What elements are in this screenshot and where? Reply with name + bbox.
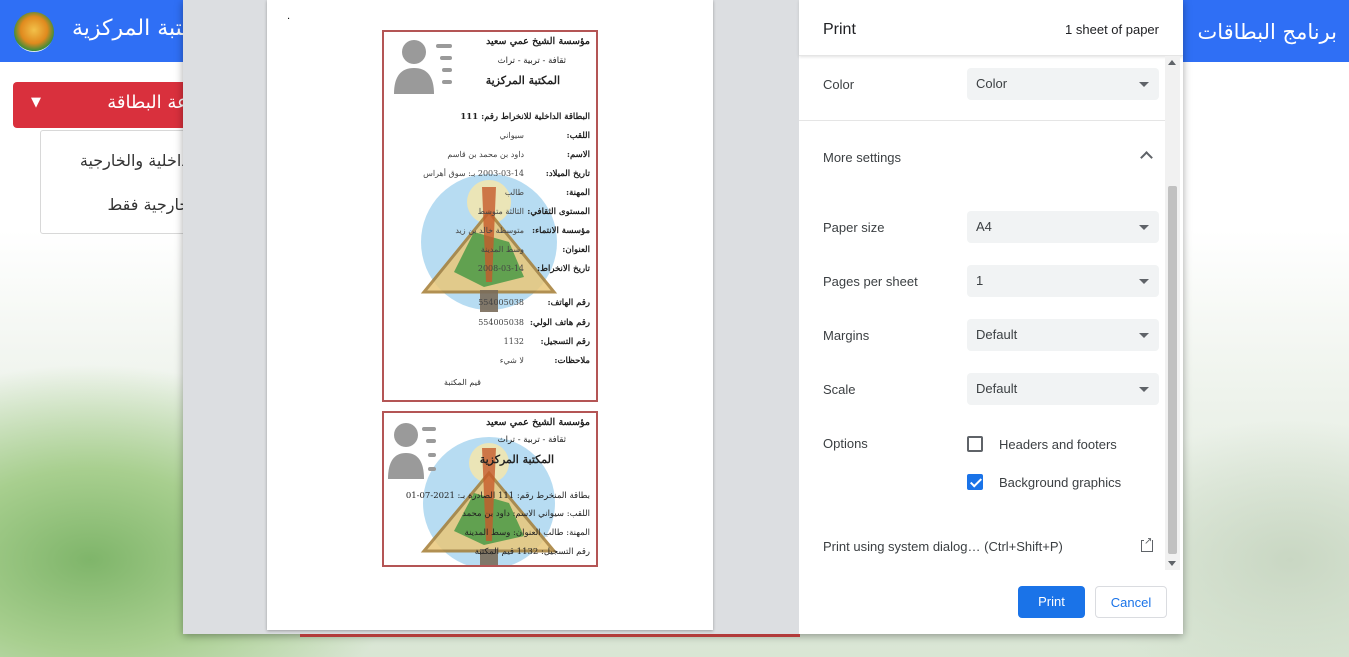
print-title: Print xyxy=(823,21,856,38)
color-label: Color xyxy=(823,77,855,92)
field-value: طالب xyxy=(504,188,524,197)
field-value: سيواني xyxy=(499,131,524,140)
sheet-count: 1 sheet of paper xyxy=(1065,22,1159,37)
field-label: الاسم: xyxy=(566,150,590,160)
headers-footers-label[interactable]: Headers and footers xyxy=(999,437,1117,452)
margins-label: Margins xyxy=(823,328,870,343)
background-graphics-label[interactable]: Background graphics xyxy=(999,475,1121,490)
card-library-name: المكتبة المركزية xyxy=(479,453,554,466)
card-org-name: مؤسسة الشيخ عمي سعيد xyxy=(486,417,590,428)
card-tagline: ثقافة - تربية - تراث xyxy=(497,435,566,445)
background-graphics-checkbox[interactable] xyxy=(967,474,983,490)
field-value: 554005038 xyxy=(478,298,524,307)
dropdown-arrow-icon xyxy=(1139,333,1149,338)
preview-page: · مؤسسة الشيخ عمي سعيد ثقافة - تربية - ت… xyxy=(267,0,713,630)
scroll-down-arrow-icon[interactable] xyxy=(1168,561,1176,566)
field-value: 554005038 xyxy=(478,318,524,327)
more-settings-toggle[interactable]: More settings xyxy=(823,150,901,165)
scroll-up-arrow-icon[interactable] xyxy=(1168,60,1176,65)
field-value: لا شيء xyxy=(499,356,524,365)
paper-size-value: A4 xyxy=(976,219,992,234)
field-label: المستوى الثقافي: xyxy=(527,207,590,217)
internal-card: مؤسسة الشيخ عمي سعيد ثقافة - تربية - ترا… xyxy=(382,30,598,402)
color-select-value: Color xyxy=(976,76,1008,91)
field-value: وسط المدينة xyxy=(480,245,524,254)
person-icon xyxy=(394,40,452,94)
card-tagline: ثقافة - تربية - تراث xyxy=(497,56,566,66)
person-icon xyxy=(388,423,436,479)
field-value: 2008-03-14 xyxy=(477,264,524,273)
card-library-name: المكتبة المركزية xyxy=(485,74,560,87)
scale-select[interactable]: Default xyxy=(967,373,1159,405)
field-value: الثالثة متوسط xyxy=(477,207,524,216)
field-label: تاريخ الانخراط: xyxy=(537,264,590,274)
field-value: متوسطة خالد بن زيد xyxy=(455,226,524,235)
options-label: Options xyxy=(823,436,868,451)
field-label: اللقب: xyxy=(566,131,590,141)
chevron-up-icon[interactable] xyxy=(1140,151,1153,164)
margins-select[interactable]: Default xyxy=(967,319,1159,351)
field-value: 2003-03-14 بـ: سوق أهراس xyxy=(423,169,524,178)
card-org-name: مؤسسة الشيخ عمي سعيد xyxy=(486,36,590,47)
print-preview-area: · مؤسسة الشيخ عمي سعيد ثقافة - تربية - ت… xyxy=(183,0,799,634)
print-button[interactable]: Print xyxy=(1018,586,1085,618)
card-line: المهنة: طالب العنوان: وسط المدينة xyxy=(464,528,590,538)
page-mark: · xyxy=(287,14,291,25)
divider xyxy=(799,120,1167,121)
card-heading: البطاقة الداخلية للانخراط رقم: 111 xyxy=(460,112,590,122)
scroll-thumb[interactable] xyxy=(1168,186,1177,554)
dropdown-arrow-icon xyxy=(1139,82,1149,87)
external-card: مؤسسة الشيخ عمي سعيد ثقافة - تربية - ترا… xyxy=(382,411,598,567)
field-label: العنوان: xyxy=(562,245,590,255)
card-line: بطاقة المنخرط رقم: 111 الصادرة بـ: 2021-… xyxy=(405,491,590,501)
print-dialog: · مؤسسة الشيخ عمي سعيد ثقافة - تربية - ت… xyxy=(183,0,1183,634)
field-value: 1132 xyxy=(503,337,524,346)
paper-size-label: Paper size xyxy=(823,220,885,235)
settings-scrollbar[interactable] xyxy=(1165,56,1180,570)
print-settings-header: Print 1 sheet of paper xyxy=(799,0,1183,56)
field-label: مؤسسة الانتماء: xyxy=(532,226,590,236)
color-select[interactable]: Color xyxy=(967,68,1159,100)
system-dialog-link[interactable]: Print using system dialog… (Ctrl+Shift+P… xyxy=(823,539,1063,554)
card-line: رقم التسجيل: 1132 قيم المكتبة xyxy=(474,547,590,557)
field-label: رقم الهاتف: xyxy=(547,298,590,308)
headers-footers-checkbox[interactable] xyxy=(967,436,983,452)
scale-value: Default xyxy=(976,381,1018,396)
dropdown-arrow-icon xyxy=(1139,387,1149,392)
card-line: اللقب: سيواني الاسم: داود بن محمد xyxy=(462,509,590,519)
paper-size-select[interactable]: A4 xyxy=(967,211,1159,243)
scale-label: Scale xyxy=(823,382,856,397)
card-signature: قيم المكتبة xyxy=(444,378,481,387)
margins-value: Default xyxy=(976,327,1018,342)
field-label: المهنة: xyxy=(565,188,590,198)
print-settings-panel: Print 1 sheet of paper Color Color More … xyxy=(799,0,1183,634)
pages-per-sheet-value: 1 xyxy=(976,273,984,288)
field-label: تاريخ الميلاد: xyxy=(545,169,590,179)
field-label: ملاحظات: xyxy=(554,356,590,366)
dropdown-arrow-icon xyxy=(1139,225,1149,230)
field-label: رقم هاتف الولي: xyxy=(529,318,590,328)
dropdown-arrow-icon xyxy=(1139,279,1149,284)
pages-per-sheet-select[interactable]: 1 xyxy=(967,265,1159,297)
background-strip xyxy=(300,634,800,637)
field-value: داود بن محمد بن قاسم xyxy=(447,150,524,159)
field-label: رقم التسجيل: xyxy=(540,337,590,347)
pages-per-sheet-label: Pages per sheet xyxy=(823,274,918,289)
open-external-icon[interactable] xyxy=(1141,536,1153,552)
cancel-button[interactable]: Cancel xyxy=(1095,586,1167,618)
